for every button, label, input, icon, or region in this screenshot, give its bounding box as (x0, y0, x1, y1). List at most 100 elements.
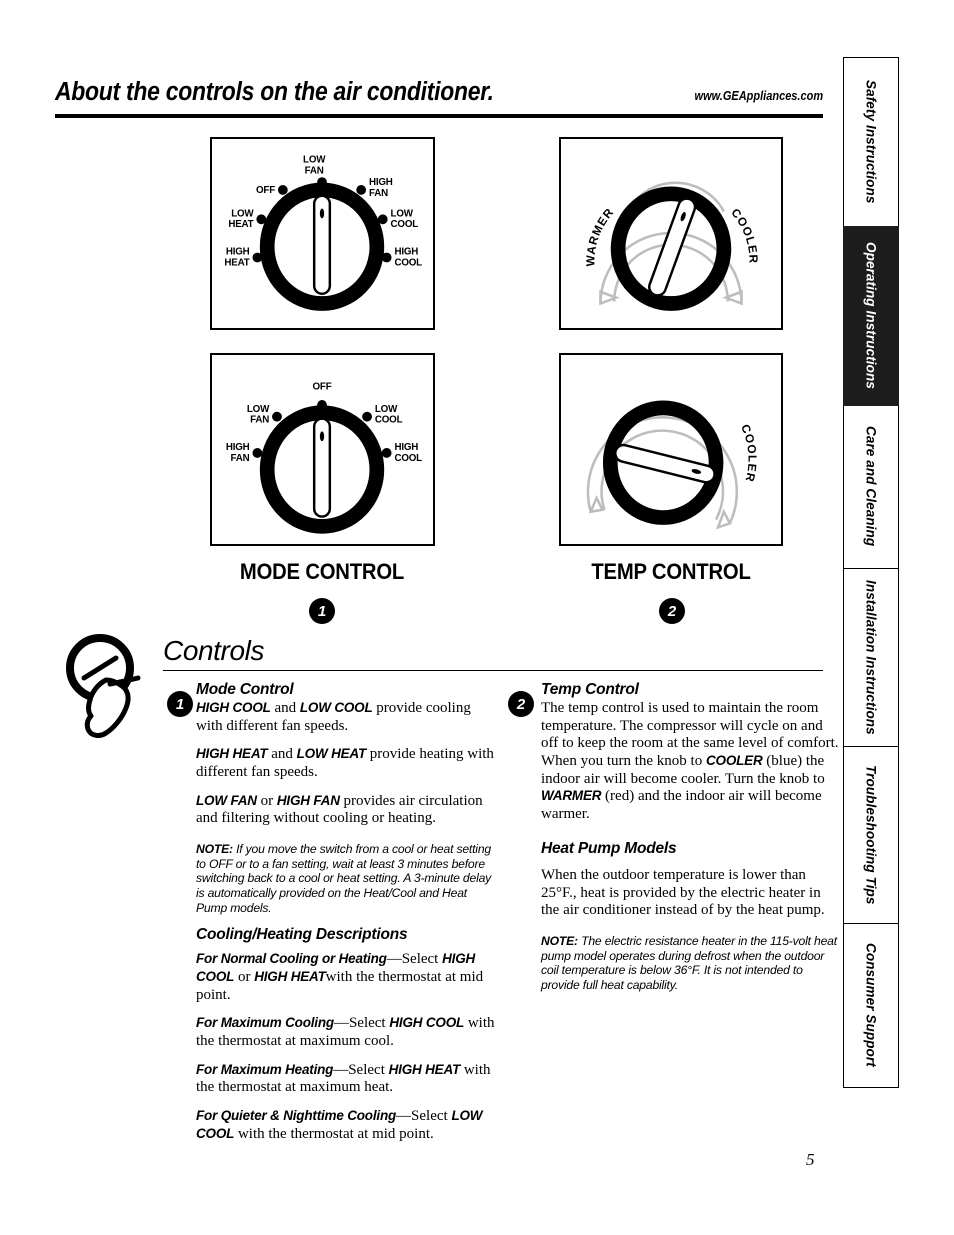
page-title: About the controls on the air conditione… (55, 78, 494, 106)
figure-mode-control-knob-7-position: LOW FAN OFF HIGH FAN LOW HEAT LOW COOL H… (210, 137, 435, 330)
term-high-heat: HIGH HEAT (388, 1061, 461, 1077)
controls-divider (163, 670, 823, 671)
term-high-heat: HIGH HEAT (254, 969, 326, 985)
mode-control-note: NOTE: If you move the switch from a cool… (196, 842, 496, 915)
knob-label: LOW (231, 208, 254, 219)
conjunction: and (274, 700, 297, 716)
knob-label: FAN (231, 453, 250, 464)
temp-control-caption: TEMP CONTROL (591, 559, 751, 584)
description-normal-cooling-heating: For Normal Cooling or Heating—Select HIG… (196, 951, 496, 1004)
temp-control-paragraph: The temp control is used to maintain the… (541, 700, 841, 824)
knob-label: LOW (391, 208, 414, 219)
cooling-heating-descriptions-heading: Cooling/Heating Descriptions (196, 926, 408, 944)
mode-control-badge: 1 (309, 598, 335, 624)
note-label: NOTE: (541, 933, 578, 948)
term-high-cool: HIGH COOL (196, 700, 271, 715)
manual-page: About the controls on the air conditione… (0, 0, 954, 1235)
knob-label: LOW (375, 404, 398, 415)
term-high-heat: HIGH HEAT (196, 746, 268, 762)
mode-control-paragraph-cool: HIGH COOL and LOW COOL provide cooling w… (196, 700, 496, 735)
label-maximum-cooling: For Maximum Cooling (196, 1015, 334, 1031)
controls-section-header: Controls (163, 637, 823, 671)
tab-label: Operating Instructions (863, 242, 879, 389)
knob-label: HEAT (228, 219, 253, 230)
note-label: NOTE: (196, 842, 233, 857)
tab-care-and-cleaning[interactable]: Care and Cleaning (843, 404, 899, 569)
knob-label: COOL (375, 415, 403, 426)
knob-label: FAN (250, 415, 269, 426)
mode-control-heading: Mode Control (196, 681, 294, 698)
heat-pump-models-heading: Heat Pump Models (541, 839, 677, 857)
heat-pump-note: NOTE: The electric resistance heater in … (541, 934, 841, 993)
dash-select: —Select (333, 1061, 385, 1078)
figure-mode-control-knob-5-position: OFF LOW FAN LOW COOL HIGH FAN HIGH COOL (210, 353, 435, 546)
knob-label: COOL (394, 453, 422, 464)
term-high-cool: HIGH COOL (389, 1015, 465, 1031)
tab-consumer-support[interactable]: Consumer Support (843, 922, 899, 1088)
label-normal-cooling-heating: For Normal Cooling or Heating (196, 951, 387, 967)
term-cooler: COOLER (705, 753, 763, 769)
knob-label: HIGH (226, 247, 250, 258)
term-low-fan: LOW FAN (196, 792, 257, 808)
conjunction: or (260, 792, 274, 809)
page-number: 5 (806, 1150, 815, 1169)
controls-heading: Controls (163, 635, 265, 666)
label-maximum-heating: For Maximum Heating (196, 1061, 334, 1077)
description-maximum-cooling: For Maximum Cooling—Select HIGH COOL wit… (196, 1015, 496, 1050)
knob-label: COOL (391, 219, 419, 230)
cooler-arc-label: COOLER (738, 423, 758, 484)
term-warmer: WARMER (541, 788, 602, 804)
knob-label: HIGH (394, 442, 418, 453)
mode-control-paragraph-fan: LOW FAN or HIGH FAN provides air circula… (196, 793, 496, 828)
header-divider (55, 114, 823, 118)
section-badge-mode-control: 1 (167, 691, 193, 717)
tab-label: Troubleshooting Tips (863, 765, 879, 905)
dash-select: —Select (386, 951, 439, 968)
knob-label: FAN (369, 188, 388, 199)
knob-label: FAN (305, 165, 324, 176)
term-high-fan: HIGH FAN (276, 792, 340, 808)
hand-pointing-at-dial-illustration (66, 634, 141, 738)
knob-label: LOW (247, 404, 270, 415)
knob-label: COOL (394, 257, 422, 268)
mode-control-text-column: Mode Control HIGH COOL and LOW COOL prov… (196, 681, 496, 1144)
term-low-heat: LOW HEAT (296, 746, 367, 762)
tab-label: Safety Instructions (863, 80, 879, 204)
tab-troubleshooting-tips[interactable]: Troubleshooting Tips (843, 746, 899, 924)
figure-temp-control-knob-warmer-cooler: WARMER COOLER (559, 137, 783, 330)
note-text: If you move the switch from a cool or he… (196, 842, 492, 915)
tab-operating-instructions[interactable]: Operating Instructions (843, 225, 899, 406)
knob-label: OFF (256, 185, 275, 196)
tab-label: Care and Cleaning (863, 426, 879, 547)
cooler-arc-label: COOLER (728, 206, 759, 264)
tab-safety-instructions[interactable]: Safety Instructions (843, 57, 899, 227)
conjunction: and (271, 746, 293, 763)
website-url: www.GEAppliances.com (694, 89, 823, 103)
section-tab-rail: Safety Instructions Operating Instruction… (843, 57, 899, 1088)
knob-label: HIGH (394, 247, 418, 258)
page-header: About the controls on the air conditione… (55, 78, 823, 118)
paragraph-tail: with the thermostat at mid point. (237, 1125, 434, 1142)
tab-label: Consumer Support (863, 943, 879, 1067)
knob-label: HIGH (369, 177, 393, 188)
note-text: The electric resistance heater in the 11… (541, 933, 837, 992)
dash-select: —Select (333, 1015, 386, 1032)
heat-pump-paragraph: When the outdoor temperature is lower th… (541, 866, 825, 919)
description-maximum-heating: For Maximum Heating—Select HIGH HEAT wit… (196, 1062, 496, 1097)
figure-temp-control-knob-cooler: COOLER (559, 353, 783, 546)
knob-label: OFF (313, 381, 332, 392)
tab-label: Installation Instructions (863, 580, 879, 735)
temp-control-badge: 2 (659, 598, 685, 624)
tab-installation-instructions[interactable]: Installation Instructions (843, 567, 899, 748)
mode-control-caption: MODE CONTROL (239, 559, 405, 584)
dash-select: —Select (396, 1108, 448, 1125)
term-low-cool: LOW COOL (299, 700, 373, 715)
mode-control-paragraph-heat: HIGH HEAT and LOW HEAT provide heating w… (196, 746, 496, 781)
knob-label: LOW (303, 155, 326, 166)
temp-control-heading: Temp Control (541, 681, 639, 698)
temp-control-text-column: Temp Control The temp control is used to… (541, 681, 841, 1003)
label-quieter-nighttime-cooling: For Quieter & Nighttime Cooling (196, 1108, 397, 1124)
conjunction: or (237, 969, 251, 986)
section-badge-temp-control: 2 (508, 691, 534, 717)
knob-label: HIGH (226, 442, 250, 453)
